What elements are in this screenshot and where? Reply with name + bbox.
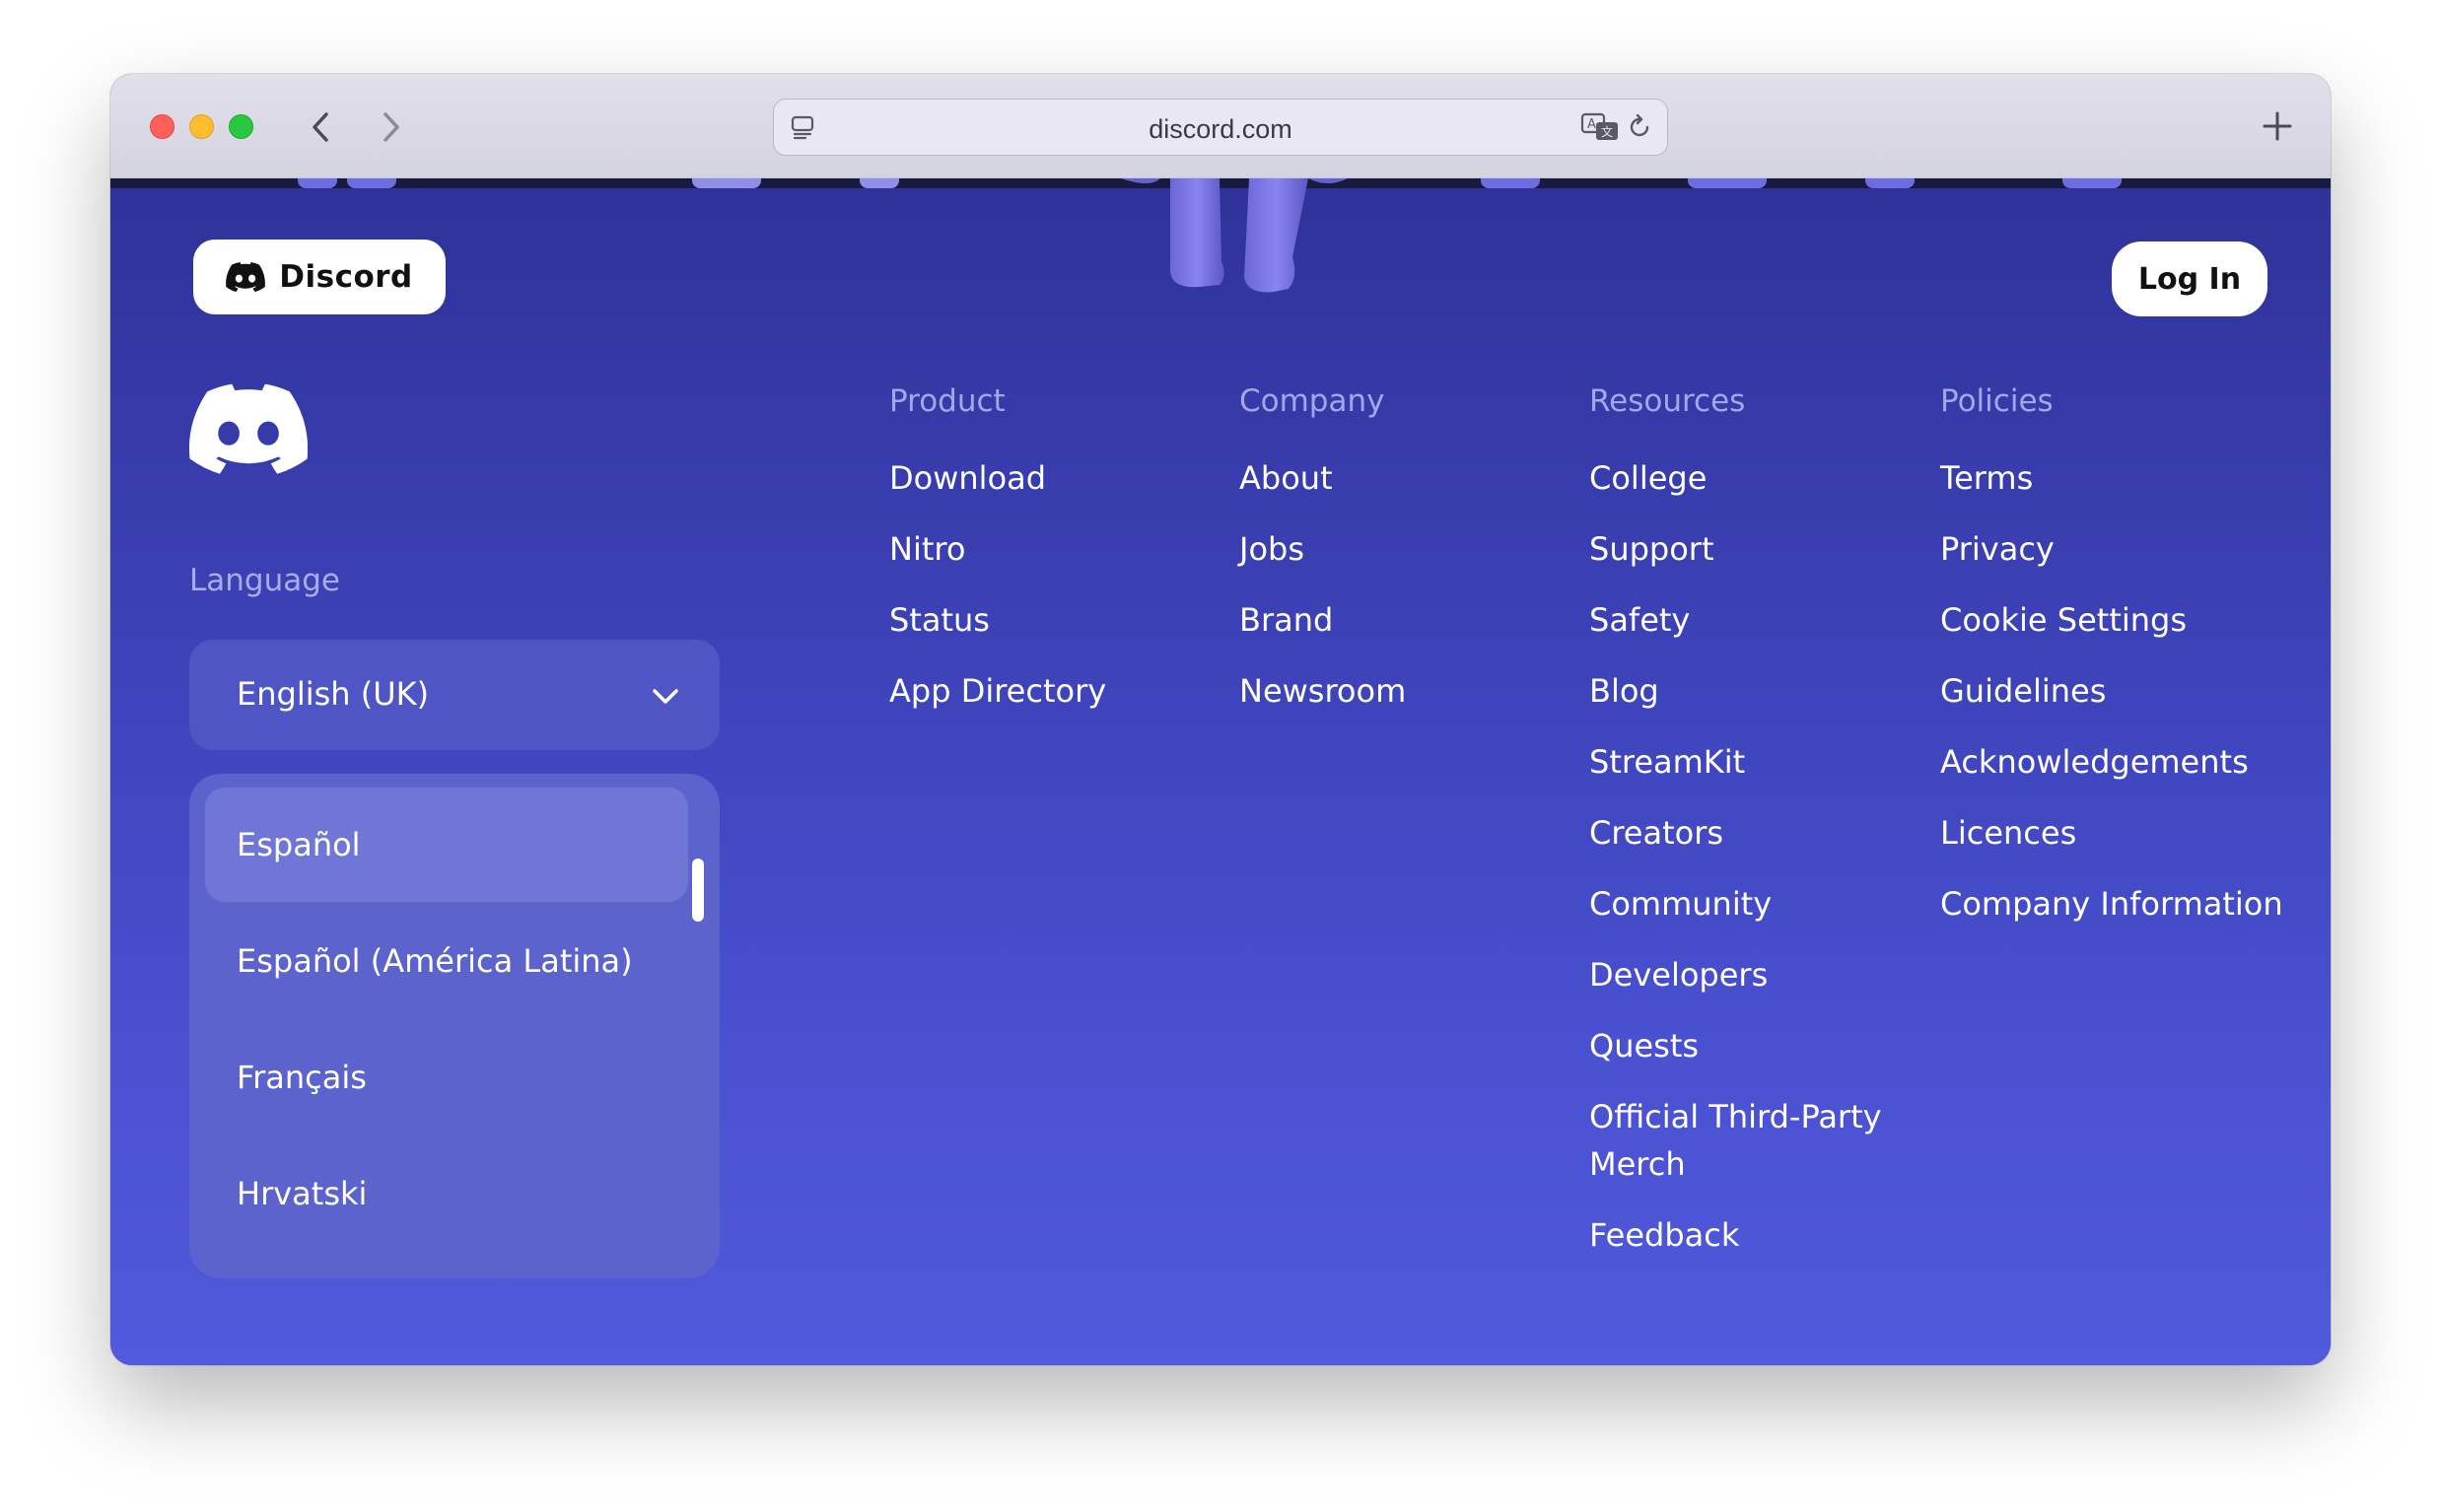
footer-link[interactable]: Quests: [1589, 1022, 1905, 1069]
footer-link[interactable]: Download: [889, 454, 1106, 502]
mascot-illustration: [1121, 178, 1348, 293]
new-tab-button[interactable]: [2254, 103, 2301, 150]
column-title: Resources: [1589, 383, 1746, 419]
footer-column-product: Product Download Nitro Status App Direct…: [889, 383, 1106, 715]
footer-link[interactable]: Status: [889, 596, 1106, 644]
decorative-shape: [692, 178, 761, 188]
language-option-label: Español (América Latina): [237, 942, 633, 980]
footer-link[interactable]: Licences: [1940, 809, 2283, 857]
login-button[interactable]: Log In: [2112, 241, 2267, 316]
footer-link[interactable]: Newsroom: [1239, 667, 1406, 715]
footer-link[interactable]: Safety: [1589, 596, 1905, 644]
language-list-scrollbar[interactable]: [692, 859, 704, 922]
footer-link[interactable]: Jobs: [1239, 525, 1406, 573]
zoom-window-button[interactable]: [229, 114, 253, 139]
discord-home-button[interactable]: Discord: [193, 240, 446, 314]
svg-text:A: A: [1587, 117, 1596, 132]
footer-link[interactable]: Official Third-Party Merch: [1589, 1093, 1905, 1188]
column-title: Product: [889, 383, 1006, 419]
footer-link[interactable]: College: [1589, 454, 1905, 502]
decorative-shape: [347, 178, 396, 188]
discord-logo-icon: [226, 262, 266, 292]
language-select[interactable]: English (UK): [189, 640, 720, 750]
footer-link[interactable]: Community: [1589, 880, 1905, 928]
language-dropdown-list[interactable]: Español Español (América Latina) Françai…: [189, 774, 720, 1278]
language-label: Language: [189, 563, 340, 598]
browser-window: discord.com A 文 Discord Log In Language …: [110, 74, 2331, 1365]
discord-logo-icon[interactable]: [189, 383, 308, 474]
footer-link[interactable]: Feedback: [1589, 1211, 1905, 1259]
url-text: discord.com: [1149, 114, 1292, 144]
footer-column-resources: Resources College Support Safety Blog St…: [1589, 383, 1905, 1259]
footer-link[interactable]: App Directory: [889, 667, 1106, 715]
language-option[interactable]: Español: [205, 788, 688, 902]
footer-link[interactable]: Support: [1589, 525, 1905, 573]
decorative-shape: [1688, 178, 1767, 188]
language-option-label: Español: [237, 826, 361, 863]
footer-link[interactable]: Developers: [1589, 951, 1905, 998]
decorative-shape: [860, 178, 899, 188]
decorative-shape: [1865, 178, 1915, 188]
footer-column-policies: Policies Terms Privacy Cookie Settings G…: [1940, 383, 2283, 928]
language-option[interactable]: Hrvatski: [205, 1136, 688, 1251]
translate-icon[interactable]: A 文: [1580, 111, 1620, 143]
reload-icon[interactable]: [1626, 113, 1653, 141]
new-tab-icon: [2263, 111, 2292, 141]
minimize-window-button[interactable]: [189, 114, 214, 139]
footer-link[interactable]: StreamKit: [1589, 738, 1905, 786]
forward-icon: [384, 112, 399, 142]
discord-footer-page: Discord Log In Language English (UK) Esp…: [110, 178, 2331, 1365]
footer-link[interactable]: About: [1239, 454, 1406, 502]
footer-link[interactable]: Privacy: [1940, 525, 2283, 573]
forward-button[interactable]: [367, 103, 414, 151]
decorative-shape: [2062, 178, 2122, 188]
browser-toolbar: discord.com A 文: [110, 74, 2331, 178]
decorative-shape: [298, 178, 337, 188]
footer-link[interactable]: Brand: [1239, 596, 1406, 644]
back-icon: [313, 112, 328, 142]
footer-link[interactable]: Creators: [1589, 809, 1905, 857]
footer-link[interactable]: Nitro: [889, 525, 1106, 573]
column-title: Policies: [1940, 383, 2054, 419]
footer-link[interactable]: Terms: [1940, 454, 2283, 502]
footer-link[interactable]: Company Information: [1940, 880, 2283, 928]
svg-text:文: 文: [1601, 124, 1613, 139]
language-option[interactable]: Français: [205, 1020, 688, 1134]
decorative-shape: [1481, 178, 1540, 188]
back-button[interactable]: [298, 103, 345, 151]
footer-link[interactable]: Guidelines: [1940, 667, 2283, 715]
footer-link[interactable]: Blog: [1589, 667, 1905, 715]
language-selected-value: English (UK): [237, 675, 430, 713]
chevron-down-icon: [653, 689, 678, 704]
footer-column-company: Company About Jobs Brand Newsroom: [1239, 383, 1406, 715]
footer-link[interactable]: Cookie Settings: [1940, 596, 2283, 644]
language-option-label: Hrvatski: [237, 1175, 368, 1212]
close-window-button[interactable]: [150, 114, 174, 139]
footer-link[interactable]: Acknowledgements: [1940, 738, 2283, 786]
language-option-label: Français: [237, 1059, 367, 1096]
language-option[interactable]: Español (América Latina): [205, 904, 688, 1018]
brand-label: Discord: [279, 259, 413, 295]
address-bar[interactable]: discord.com A 文: [773, 99, 1668, 156]
column-title: Company: [1239, 383, 1385, 419]
